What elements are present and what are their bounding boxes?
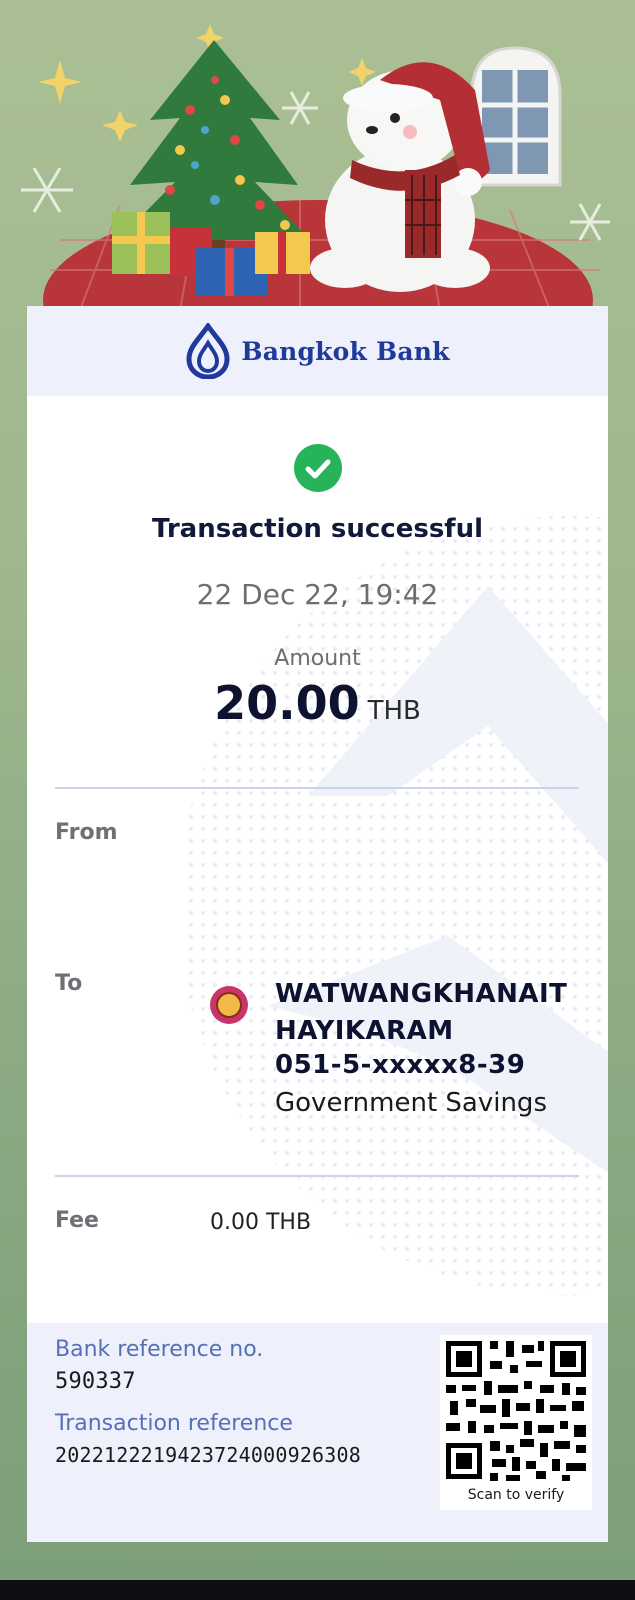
qr-caption: Scan to verify: [467, 1487, 565, 1503]
bank-reference-value: 590337: [55, 1369, 136, 1394]
transaction-reference-value: 2022122219423724000926308: [55, 1443, 362, 1467]
polar-bear-illustration: [310, 62, 490, 292]
amount-currency: THB: [367, 696, 421, 726]
divider: [55, 1175, 579, 1177]
from-label: From: [55, 820, 118, 845]
reference-footer: Bank reference no. 590337 Transaction re…: [27, 1323, 608, 1542]
verify-qr-code[interactable]: Scan to verify: [440, 1335, 592, 1510]
bank-reference-label: Bank reference no.: [55, 1337, 264, 1362]
bank-header: Bangkok Bank: [27, 306, 608, 396]
success-check-icon: [294, 444, 342, 492]
qr-code-icon: [440, 1335, 592, 1485]
to-label: To: [55, 971, 83, 996]
recipient-bank: Government Savings: [275, 1088, 547, 1118]
recipient-avatar: [210, 986, 248, 1024]
fee-value: 0.00 THB: [210, 1210, 312, 1235]
amount-number: 20.00: [214, 676, 360, 730]
brand-name: Bangkok Bank: [241, 336, 450, 366]
system-navigation-bar: [0, 1580, 635, 1600]
transaction-slip-card: Bangkok Bank Transaction successful 22 D…: [27, 306, 608, 1542]
status-title: Transaction successful: [151, 514, 484, 544]
holiday-banner-illustration: [21, 24, 610, 310]
recipient-name-line2: HAYIKARAM: [275, 1016, 454, 1046]
transaction-reference-label: Transaction reference: [55, 1411, 293, 1436]
recipient-name-line1: WATWANGKHANAIT: [275, 979, 568, 1009]
amount-value: 20.00 THB: [27, 676, 608, 730]
recipient-name: WATWANGKHANAIT HAYIKARAM: [275, 976, 567, 1050]
transaction-datetime: 22 Dec 22, 19:42: [196, 578, 439, 611]
recipient-account: 051-5-xxxxx8-39: [275, 1050, 526, 1080]
divider: [55, 787, 579, 789]
amount-label: Amount: [274, 646, 361, 671]
bangkok-bank-logo-icon: [186, 323, 230, 379]
recipient-emblem-icon: [216, 992, 242, 1018]
fee-label: Fee: [55, 1208, 99, 1233]
